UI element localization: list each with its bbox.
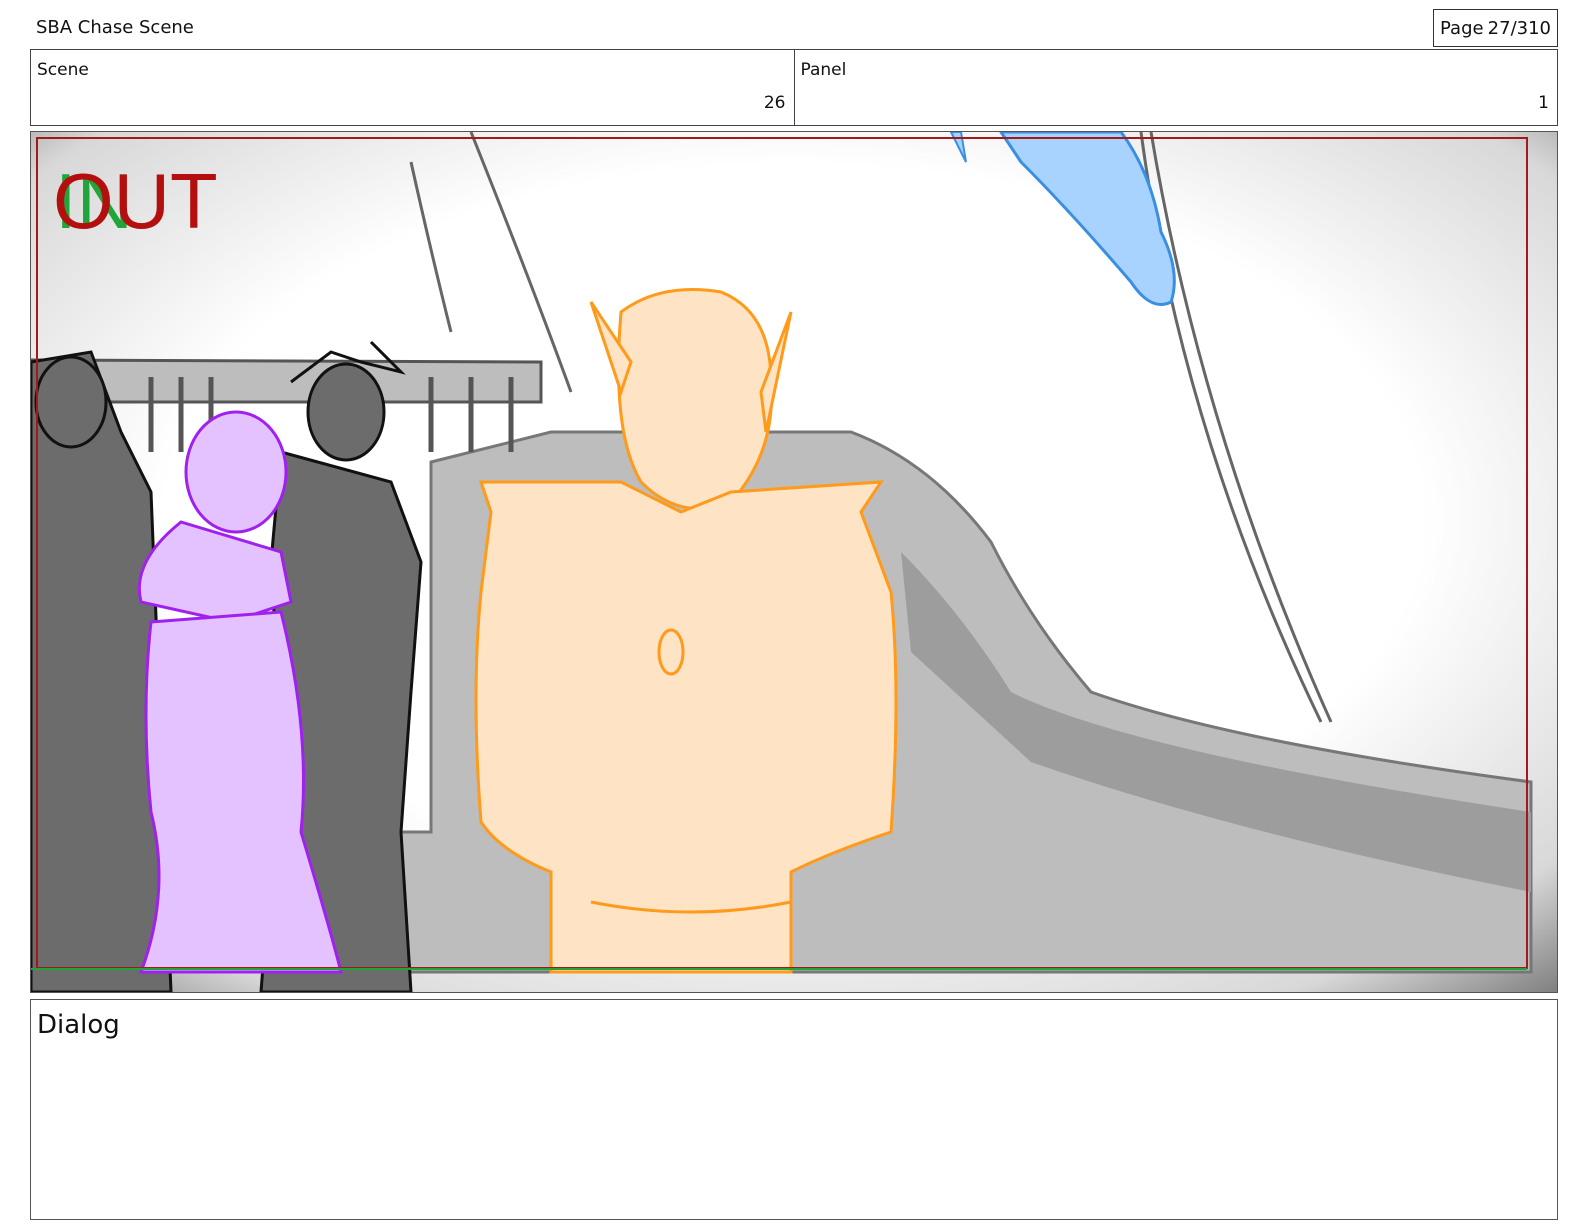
scene-panel-info-row: Scene 26 Panel 1 — [30, 49, 1558, 126]
panel-sketch-image: IN OUT — [31, 132, 1557, 992]
page-label: Page — [1440, 18, 1484, 39]
scene-number: 26 — [763, 93, 786, 113]
dialog-label: Dialog — [37, 1010, 120, 1040]
document-title: SBA Chase Scene — [36, 17, 194, 38]
page-number: 27/310 — [1487, 18, 1551, 39]
page-indicator: Page 27/310 — [1433, 9, 1558, 47]
panel-cell: Panel 1 — [793, 50, 1558, 125]
scene-label: Scene — [37, 60, 89, 80]
dialog-box[interactable]: Dialog — [30, 999, 1558, 1220]
panel-label: Panel — [800, 60, 847, 80]
panel-number: 1 — [1538, 93, 1549, 113]
storyboard-panel: IN OUT — [30, 131, 1558, 993]
out-marker: OUT — [53, 157, 218, 245]
scene-cell: Scene 26 — [31, 50, 794, 125]
